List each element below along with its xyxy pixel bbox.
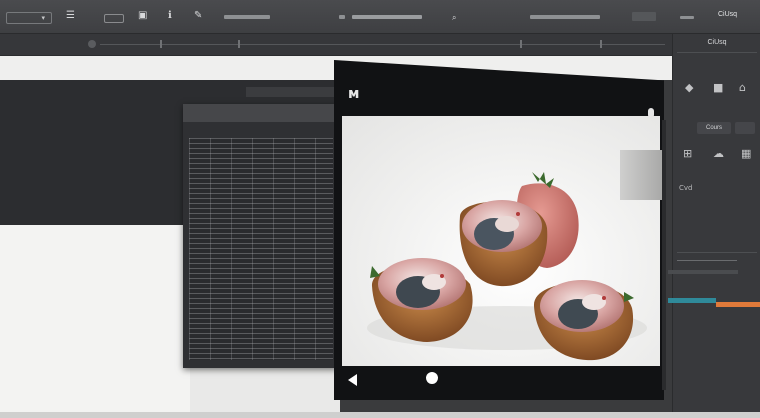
- toolbar-status-bar: [530, 15, 600, 19]
- brand-logo-icon: ᴍ: [348, 86, 360, 102]
- toolbar-progress: [224, 15, 270, 19]
- tab-secondary[interactable]: [735, 122, 755, 134]
- divider: [677, 52, 757, 53]
- timeline-tick: [238, 40, 240, 48]
- shape-icon[interactable]: ◆: [685, 82, 693, 94]
- canvas-shadow-wedge: [620, 150, 662, 200]
- timeline-track[interactable]: [100, 44, 665, 45]
- inspector-title: CiUsq: [707, 39, 727, 46]
- divider: [677, 260, 737, 261]
- pastry-illustration: [367, 172, 647, 361]
- grid-icon[interactable]: ▦: [741, 148, 751, 160]
- layers-icon[interactable]: ▣: [138, 10, 147, 22]
- timeline-tick: [520, 40, 522, 48]
- toolbar-marker: [339, 15, 345, 19]
- vertical-scrollbar[interactable]: [662, 120, 666, 390]
- slider-fill-orange[interactable]: [716, 302, 760, 307]
- bottom-edge: [0, 412, 760, 418]
- cloud-icon[interactable]: ☁: [713, 148, 724, 160]
- food-photo: [342, 116, 660, 366]
- menu-icon[interactable]: ☰: [66, 10, 75, 22]
- brush-icon[interactable]: ✎: [194, 10, 202, 22]
- clip-icon[interactable]: ⊞: [683, 148, 692, 160]
- divider: [677, 252, 757, 253]
- toolbar-dash: [680, 16, 694, 19]
- info-icon[interactable]: ℹ: [168, 10, 172, 22]
- timeline-tick: [160, 40, 162, 48]
- grid-table[interactable]: [189, 138, 333, 360]
- workspace-dropdown[interactable]: ▾: [6, 12, 52, 24]
- timeline-bar[interactable]: [0, 34, 760, 56]
- image-viewer-frame[interactable]: ᴍ: [334, 60, 664, 400]
- grid-panel-header: [183, 104, 338, 122]
- grid-preview-panel[interactable]: [183, 104, 338, 368]
- inspector-panel: CiUsq ◆ ■ ⌂ Cours ⊞ ☁ ▦ Cvd: [672, 34, 760, 418]
- back-icon[interactable]: [348, 374, 357, 386]
- timeline-knob[interactable]: [88, 40, 96, 48]
- timeline-tick: [600, 40, 602, 48]
- adjust-slider[interactable]: [668, 270, 738, 274]
- slider-fill-teal[interactable]: [668, 298, 716, 303]
- canvas-light-area: [0, 225, 190, 418]
- toolbar-user-label[interactable]: CiUsq: [718, 11, 737, 18]
- box-icon[interactable]: ■: [713, 82, 723, 94]
- chevron-down-icon: ▾: [41, 14, 45, 22]
- canvas-bottom-strip: [190, 368, 340, 418]
- home-shape-icon[interactable]: ⌂: [739, 82, 746, 94]
- inspector-row[interactable]: Cvd: [679, 182, 692, 194]
- tab-course[interactable]: Cours: [697, 122, 731, 134]
- toolbar-path-bar: [352, 15, 422, 19]
- search-icon[interactable]: ⌕: [452, 12, 456, 24]
- toolbar-button-1[interactable]: [104, 14, 124, 23]
- top-toolbar: ▾ ☰ ▣ ℹ ✎ ⌕ CiUsq: [0, 0, 760, 34]
- toolbar-chip[interactable]: [632, 12, 656, 21]
- home-icon[interactable]: [426, 372, 438, 384]
- panel-header-chip: [246, 87, 336, 97]
